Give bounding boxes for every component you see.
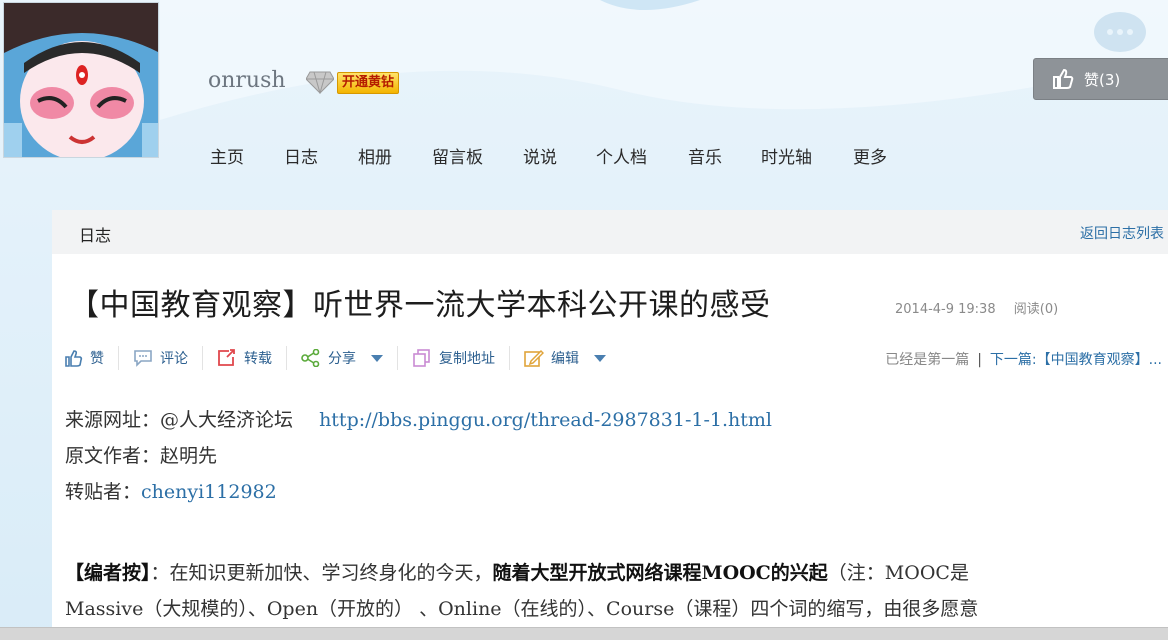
editor-note-line-1: 【编者按】：在知识更新加快、学习终身化的今天，随着大型开放式网络课程MOOC的兴…	[65, 555, 1165, 591]
post-pager: 已经是第一篇 | 下一篇:【中国教育观察】...	[885, 349, 1162, 369]
main-nav: 主页 日志 相册 留言板 说说 个人档 音乐 时光轴 更多	[210, 143, 893, 168]
share-button[interactable]: 分享	[301, 346, 398, 370]
nav-item-profile[interactable]: 个人档	[596, 143, 688, 168]
nav-item-music[interactable]: 音乐	[688, 143, 761, 168]
nav-item-guestbook[interactable]: 留言板	[432, 143, 523, 168]
post-header-info: 来源网址：@人大经济论坛 http://bbs.pinggu.org/threa…	[65, 402, 772, 510]
diamond-icon	[306, 71, 334, 94]
comment-icon	[134, 350, 152, 367]
pager-separator: |	[977, 352, 982, 368]
edit-label: 编辑	[551, 351, 579, 367]
nav-item-more[interactable]: 更多	[853, 143, 893, 168]
username[interactable]: onrush	[208, 68, 286, 93]
editor-note-highlight: 随着大型开放式网络课程MOOC的兴起	[492, 562, 828, 584]
bottom-scroll-bar[interactable]	[0, 627, 1168, 640]
post-title: 【中国教育观察】听世界一流大学本科公开课的感受	[69, 288, 771, 323]
nav-item-shuoshuo[interactable]: 说说	[523, 143, 596, 168]
source-line: 来源网址：@人大经济论坛 http://bbs.pinggu.org/threa…	[65, 402, 772, 438]
opera-mask-avatar-image	[4, 3, 158, 157]
thumbs-up-icon	[1053, 68, 1074, 89]
editor-note-label: 【编者按】	[65, 562, 151, 584]
edit-icon	[524, 349, 544, 367]
like-label: 赞	[90, 351, 104, 367]
repost-button[interactable]: 转载	[217, 346, 287, 370]
edit-button[interactable]: 编辑	[524, 346, 620, 370]
next-post-link[interactable]: 下一篇:【中国教育观察】...	[990, 352, 1162, 368]
like-button[interactable]: 赞	[65, 346, 119, 370]
editor-note-text-2: （注：MOOC是	[827, 562, 969, 584]
post-read-count: 阅读(0)	[1013, 302, 1059, 317]
repost-label: 转载	[244, 351, 272, 367]
chevron-down-icon[interactable]	[371, 354, 383, 362]
like-count-button[interactable]: 赞(3)	[1033, 58, 1168, 100]
avatar[interactable]	[3, 2, 159, 158]
post-toolbar: 赞 评论 转载 分享 复制地址 编辑	[65, 343, 634, 373]
author-line: 原文作者：赵明先	[65, 445, 218, 467]
source-label: 来源网址：@人大经济论坛	[65, 409, 294, 431]
nav-item-album[interactable]: 相册	[358, 143, 432, 168]
comment-button[interactable]: 评论	[133, 346, 203, 370]
copy-url-button[interactable]: 复制地址	[412, 346, 510, 370]
editor-note-line-2: Massive（大规模的）、Open（开放的） 、Online（在线的）、Cou…	[65, 598, 979, 620]
share-icon	[301, 349, 320, 367]
reposter-link[interactable]: chenyi112982	[141, 481, 277, 503]
chevron-down-icon[interactable]	[594, 354, 606, 362]
reposter-line: 转贴者：chenyi112982	[65, 474, 772, 510]
like-count-label: 赞(3)	[1084, 70, 1121, 89]
blog-panel: 日志 返回日志列表 【中国教育观察】听世界一流大学本科公开课的感受 2014-4…	[52, 210, 1168, 640]
source-url-link[interactable]: http://bbs.pinggu.org/thread-2987831-1-1…	[319, 409, 772, 431]
panel-title: 日志	[79, 226, 112, 245]
vip-badge[interactable]: 开通黄钻	[337, 72, 400, 94]
comment-label: 评论	[160, 351, 188, 367]
repost-icon	[218, 349, 235, 366]
nav-item-blog[interactable]: 日志	[284, 143, 358, 168]
copy-icon	[413, 349, 430, 367]
nav-item-home[interactable]: 主页	[210, 143, 284, 168]
post-date: 2014-4-9 19:38	[895, 302, 996, 317]
first-post-label: 已经是第一篇	[885, 352, 970, 368]
reposter-label: 转贴者：	[65, 481, 142, 503]
editor-note-text-1: ：在知识更新加快、学习终身化的今天，	[150, 562, 493, 584]
nav-item-timeline[interactable]: 时光轴	[761, 143, 853, 168]
thumbs-up-icon	[65, 350, 83, 367]
copy-url-label: 复制地址	[439, 351, 495, 367]
share-label: 分享	[328, 351, 356, 367]
panel-header: 日志 返回日志列表	[52, 210, 1168, 254]
post-meta: 2014-4-9 19:38 阅读(0)	[895, 298, 1058, 317]
back-to-list-link[interactable]: 返回日志列表	[1080, 223, 1164, 243]
editor-note: 【编者按】：在知识更新加快、学习终身化的今天，随着大型开放式网络课程MOOC的兴…	[65, 555, 1165, 627]
